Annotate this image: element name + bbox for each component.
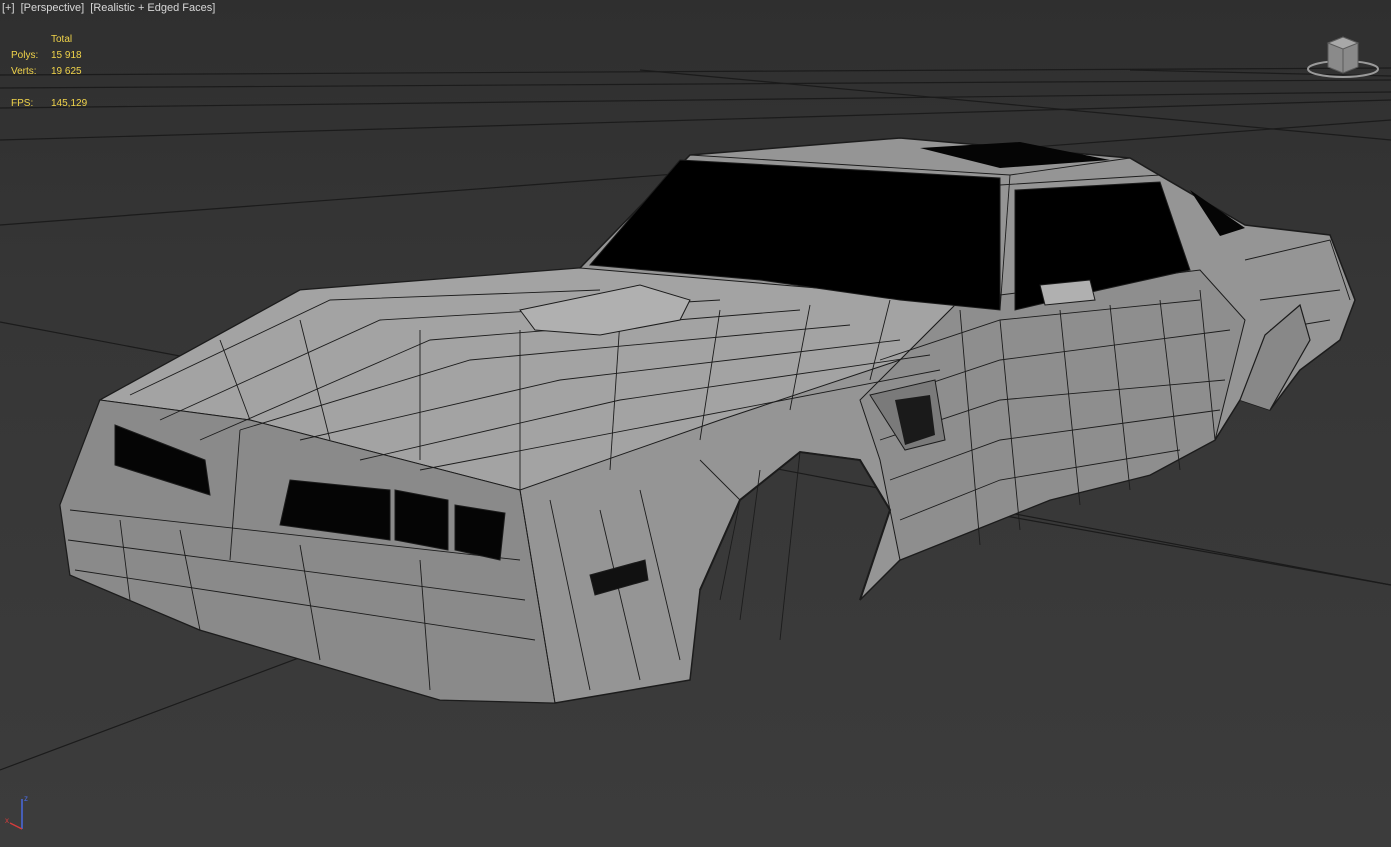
- viewport-shading-menu[interactable]: [Realistic + Edged Faces]: [90, 2, 215, 14]
- stats-total-header: Total: [51, 34, 73, 45]
- statistics-overlay: Total Polys: 15 918 Verts: 19 625 FPS: 1…: [11, 32, 87, 112]
- viewport-point-of-view-menu[interactable]: [Perspective]: [21, 2, 85, 14]
- headlight-right-inner-2: [454, 504, 506, 561]
- axis-z-label: z: [24, 794, 28, 803]
- viewport-general-menu[interactable]: [+]: [2, 2, 15, 14]
- polys-label: Polys:: [11, 50, 39, 61]
- verts-value: 19 625: [51, 66, 82, 77]
- viewport-label-menu: [+] [Perspective] [Realistic + Edged Fac…: [2, 2, 218, 14]
- stats-header-row: Total: [11, 32, 87, 48]
- axis-tripod: z x: [4, 793, 34, 833]
- fps-label: FPS:: [11, 98, 34, 109]
- stats-fps-row: FPS: 145,129: [11, 96, 87, 112]
- stats-polys-row: Polys: 15 918: [11, 48, 87, 64]
- perspective-viewport[interactable]: [+] [Perspective] [Realistic + Edged Fac…: [0, 0, 1391, 847]
- scene-canvas[interactable]: [0, 0, 1391, 847]
- fps-value: 145,129: [51, 98, 88, 109]
- viewcube-icon[interactable]: [1306, 33, 1380, 83]
- stats-verts-row: Verts: 19 625: [11, 64, 87, 80]
- polys-value: 15 918: [51, 50, 82, 61]
- axis-x-label: x: [5, 816, 9, 825]
- side-mirror: [1039, 279, 1096, 306]
- headlight-right-inner-1: [394, 489, 449, 551]
- car-body-mesh[interactable]: [59, 137, 1356, 704]
- verts-label: Verts:: [11, 66, 37, 77]
- viewcube[interactable]: [1306, 33, 1380, 83]
